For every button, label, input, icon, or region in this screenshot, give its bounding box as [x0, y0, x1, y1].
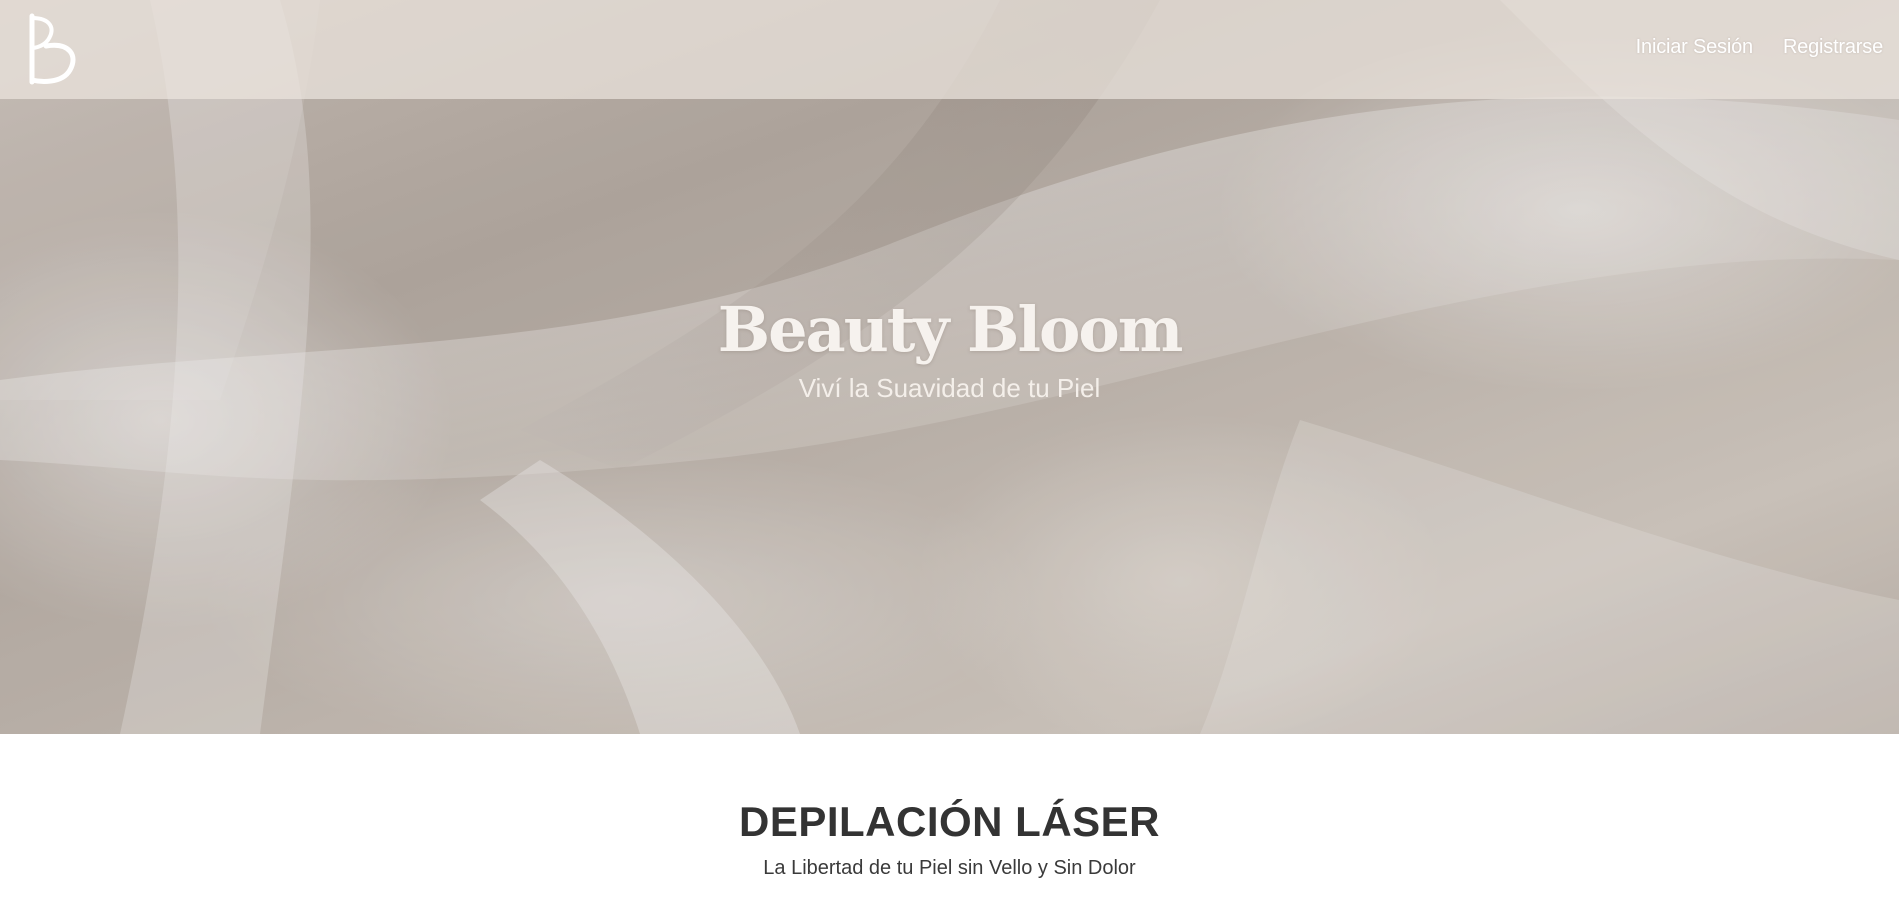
- header-nav: Iniciar Sesión Registrarse: [1636, 36, 1884, 59]
- laser-section: DEPILACIÓN LÁSER La Libertad de tu Piel …: [0, 734, 1899, 907]
- site-header: Iniciar Sesión Registrarse: [0, 0, 1899, 99]
- section-subtitle: La Libertad de tu Piel sin Vello y Sin D…: [763, 857, 1136, 879]
- login-link[interactable]: Iniciar Sesión: [1636, 36, 1753, 59]
- brand-subtitle: Viví la Suavidad de tu Piel: [798, 373, 1101, 403]
- brand-title: Beauty Bloom: [717, 293, 1184, 366]
- hero-banner: Beauty Bloom Viví la Suavidad de tu Piel: [0, 0, 1899, 734]
- section-title: DEPILACIÓN LÁSER: [738, 798, 1161, 845]
- beauty-bloom-monogram-icon[interactable]: [26, 12, 80, 86]
- register-link[interactable]: Registrarse: [1783, 36, 1883, 59]
- hero-text: Beauty Bloom Viví la Suavidad de tu Piel: [0, 292, 1899, 406]
